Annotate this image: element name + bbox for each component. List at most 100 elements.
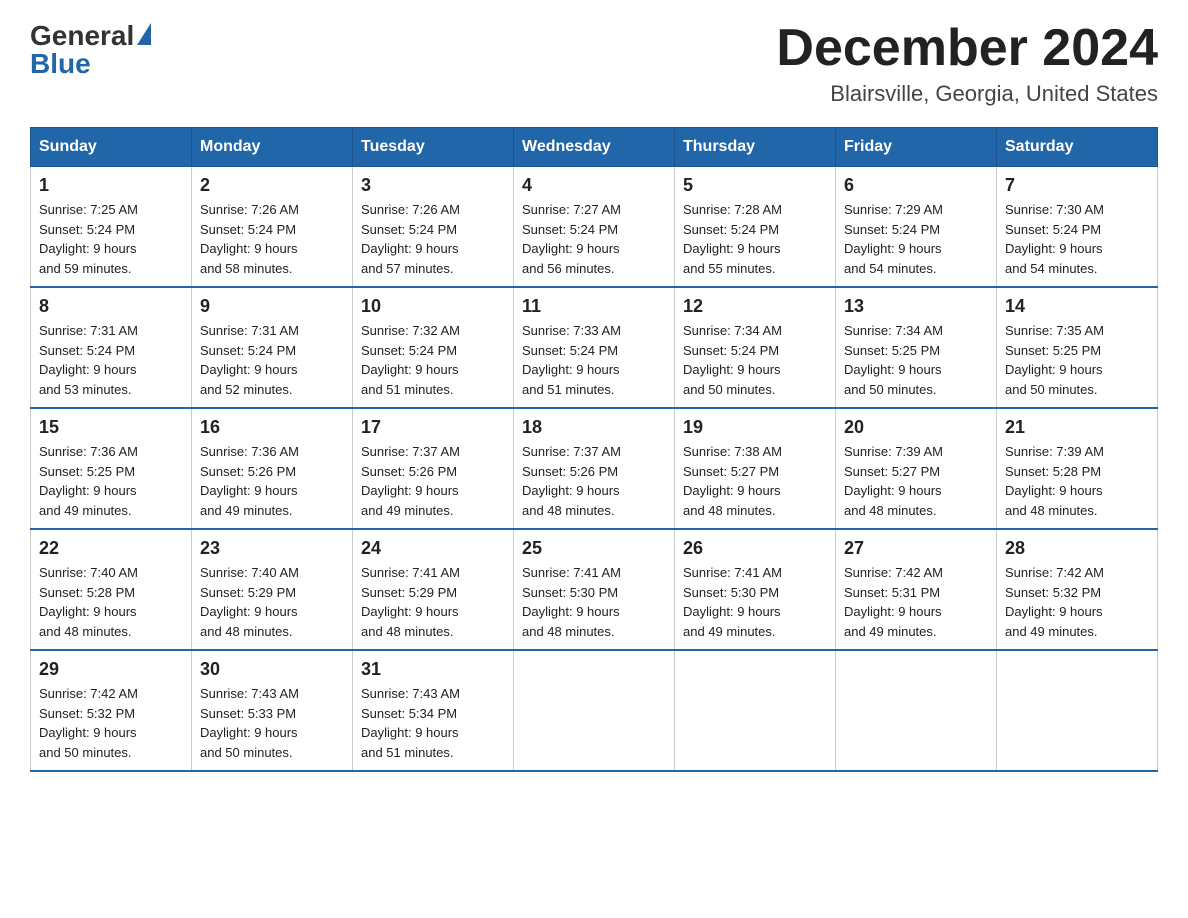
day-info: Sunrise: 7:33 AMSunset: 5:24 PMDaylight:… (522, 321, 666, 399)
day-cell: 22 Sunrise: 7:40 AMSunset: 5:28 PMDayligh… (31, 529, 192, 650)
day-cell: 2 Sunrise: 7:26 AMSunset: 5:24 PMDaylight… (192, 167, 353, 288)
day-cell (836, 650, 997, 771)
day-cell: 18 Sunrise: 7:37 AMSunset: 5:26 PMDayligh… (514, 408, 675, 529)
day-number: 14 (1005, 296, 1149, 317)
calendar-table: SundayMondayTuesdayWednesdayThursdayFrid… (30, 127, 1158, 772)
day-cell: 15Sunrise: 7:36 AMSunset: 5:25 PMDayligh… (31, 408, 192, 529)
week-row-5: 29 Sunrise: 7:42 AMSunset: 5:32 PMDayligh… (31, 650, 1158, 771)
day-cell: 9 Sunrise: 7:31 AMSunset: 5:24 PMDaylight… (192, 287, 353, 408)
header-row: SundayMondayTuesdayWednesdayThursdayFrid… (31, 128, 1158, 167)
day-info: Sunrise: 7:34 AMSunset: 5:24 PMDaylight:… (683, 321, 827, 399)
day-number: 3 (361, 175, 505, 196)
day-cell: 21Sunrise: 7:39 AMSunset: 5:28 PMDayligh… (997, 408, 1158, 529)
day-info: Sunrise: 7:41 AMSunset: 5:30 PMDaylight:… (522, 563, 666, 641)
day-info: Sunrise: 7:37 AMSunset: 5:26 PMDaylight:… (361, 442, 505, 520)
day-cell: 26Sunrise: 7:41 AMSunset: 5:30 PMDayligh… (675, 529, 836, 650)
day-info: Sunrise: 7:32 AMSunset: 5:24 PMDaylight:… (361, 321, 505, 399)
day-cell: 25 Sunrise: 7:41 AMSunset: 5:30 PMDayligh… (514, 529, 675, 650)
day-number: 8 (39, 296, 183, 317)
day-number: 13 (844, 296, 988, 317)
day-number: 7 (1005, 175, 1149, 196)
calendar-body: 1 Sunrise: 7:25 AMSunset: 5:24 PMDaylight… (31, 167, 1158, 772)
day-number: 2 (200, 175, 344, 196)
day-number: 26 (683, 538, 827, 559)
day-info: Sunrise: 7:40 AMSunset: 5:28 PMDaylight:… (39, 563, 183, 641)
day-info: Sunrise: 7:34 AMSunset: 5:25 PMDaylight:… (844, 321, 988, 399)
day-number: 30 (200, 659, 344, 680)
day-cell: 23 Sunrise: 7:40 AMSunset: 5:29 PMDayligh… (192, 529, 353, 650)
day-info: Sunrise: 7:27 AMSunset: 5:24 PMDaylight:… (522, 200, 666, 278)
day-info: Sunrise: 7:26 AMSunset: 5:24 PMDaylight:… (361, 200, 505, 278)
header-day-monday: Monday (192, 128, 353, 167)
day-cell: 30 Sunrise: 7:43 AMSunset: 5:33 PMDayligh… (192, 650, 353, 771)
day-number: 20 (844, 417, 988, 438)
day-number: 1 (39, 175, 183, 196)
day-info: Sunrise: 7:31 AMSunset: 5:24 PMDaylight:… (200, 321, 344, 399)
day-number: 9 (200, 296, 344, 317)
day-info: Sunrise: 7:43 AMSunset: 5:34 PMDaylight:… (361, 684, 505, 762)
day-info: Sunrise: 7:36 AMSunset: 5:25 PMDaylight:… (39, 442, 183, 520)
day-number: 19 (683, 417, 827, 438)
day-cell (675, 650, 836, 771)
day-number: 17 (361, 417, 505, 438)
day-number: 18 (522, 417, 666, 438)
title-block: December 2024 Blairsville, Georgia, Unit… (776, 20, 1158, 107)
day-cell (997, 650, 1158, 771)
day-cell: 24 Sunrise: 7:41 AMSunset: 5:29 PMDayligh… (353, 529, 514, 650)
day-info: Sunrise: 7:30 AMSunset: 5:24 PMDaylight:… (1005, 200, 1149, 278)
day-info: Sunrise: 7:35 AMSunset: 5:25 PMDaylight:… (1005, 321, 1149, 399)
day-info: Sunrise: 7:26 AMSunset: 5:24 PMDaylight:… (200, 200, 344, 278)
day-cell: 17 Sunrise: 7:37 AMSunset: 5:26 PMDayligh… (353, 408, 514, 529)
day-cell: 8 Sunrise: 7:31 AMSunset: 5:24 PMDaylight… (31, 287, 192, 408)
day-cell: 19 Sunrise: 7:38 AMSunset: 5:27 PMDayligh… (675, 408, 836, 529)
header-day-wednesday: Wednesday (514, 128, 675, 167)
day-cell: 6Sunrise: 7:29 AMSunset: 5:24 PMDaylight… (836, 167, 997, 288)
header-day-friday: Friday (836, 128, 997, 167)
day-info: Sunrise: 7:31 AMSunset: 5:24 PMDaylight:… (39, 321, 183, 399)
day-info: Sunrise: 7:25 AMSunset: 5:24 PMDaylight:… (39, 200, 183, 278)
header-day-saturday: Saturday (997, 128, 1158, 167)
day-cell: 14 Sunrise: 7:35 AMSunset: 5:25 PMDayligh… (997, 287, 1158, 408)
day-number: 24 (361, 538, 505, 559)
header-day-sunday: Sunday (31, 128, 192, 167)
day-cell (514, 650, 675, 771)
day-info: Sunrise: 7:43 AMSunset: 5:33 PMDaylight:… (200, 684, 344, 762)
day-number: 28 (1005, 538, 1149, 559)
week-row-1: 1 Sunrise: 7:25 AMSunset: 5:24 PMDaylight… (31, 167, 1158, 288)
day-cell: 28 Sunrise: 7:42 AMSunset: 5:32 PMDayligh… (997, 529, 1158, 650)
day-info: Sunrise: 7:42 AMSunset: 5:32 PMDaylight:… (39, 684, 183, 762)
day-number: 12 (683, 296, 827, 317)
day-cell: 7 Sunrise: 7:30 AMSunset: 5:24 PMDaylight… (997, 167, 1158, 288)
day-info: Sunrise: 7:42 AMSunset: 5:32 PMDaylight:… (1005, 563, 1149, 641)
day-number: 31 (361, 659, 505, 680)
month-year-title: December 2024 (776, 20, 1158, 77)
day-info: Sunrise: 7:40 AMSunset: 5:29 PMDaylight:… (200, 563, 344, 641)
day-cell: 27Sunrise: 7:42 AMSunset: 5:31 PMDayligh… (836, 529, 997, 650)
day-info: Sunrise: 7:38 AMSunset: 5:27 PMDaylight:… (683, 442, 827, 520)
day-number: 10 (361, 296, 505, 317)
day-cell: 5 Sunrise: 7:28 AMSunset: 5:24 PMDaylight… (675, 167, 836, 288)
day-number: 22 (39, 538, 183, 559)
day-number: 5 (683, 175, 827, 196)
day-info: Sunrise: 7:39 AMSunset: 5:27 PMDaylight:… (844, 442, 988, 520)
location-subtitle: Blairsville, Georgia, United States (776, 81, 1158, 107)
day-number: 6 (844, 175, 988, 196)
day-cell: 20 Sunrise: 7:39 AMSunset: 5:27 PMDayligh… (836, 408, 997, 529)
week-row-4: 22 Sunrise: 7:40 AMSunset: 5:28 PMDayligh… (31, 529, 1158, 650)
day-info: Sunrise: 7:28 AMSunset: 5:24 PMDaylight:… (683, 200, 827, 278)
day-number: 23 (200, 538, 344, 559)
day-cell: 12 Sunrise: 7:34 AMSunset: 5:24 PMDayligh… (675, 287, 836, 408)
header-day-thursday: Thursday (675, 128, 836, 167)
week-row-3: 15Sunrise: 7:36 AMSunset: 5:25 PMDayligh… (31, 408, 1158, 529)
calendar-header: SundayMondayTuesdayWednesdayThursdayFrid… (31, 128, 1158, 167)
day-info: Sunrise: 7:37 AMSunset: 5:26 PMDaylight:… (522, 442, 666, 520)
day-cell: 31 Sunrise: 7:43 AMSunset: 5:34 PMDayligh… (353, 650, 514, 771)
day-info: Sunrise: 7:39 AMSunset: 5:28 PMDaylight:… (1005, 442, 1149, 520)
day-number: 25 (522, 538, 666, 559)
day-number: 4 (522, 175, 666, 196)
day-number: 29 (39, 659, 183, 680)
day-number: 16 (200, 417, 344, 438)
logo-blue: Blue (30, 48, 91, 80)
day-info: Sunrise: 7:41 AMSunset: 5:29 PMDaylight:… (361, 563, 505, 641)
day-info: Sunrise: 7:36 AMSunset: 5:26 PMDaylight:… (200, 442, 344, 520)
